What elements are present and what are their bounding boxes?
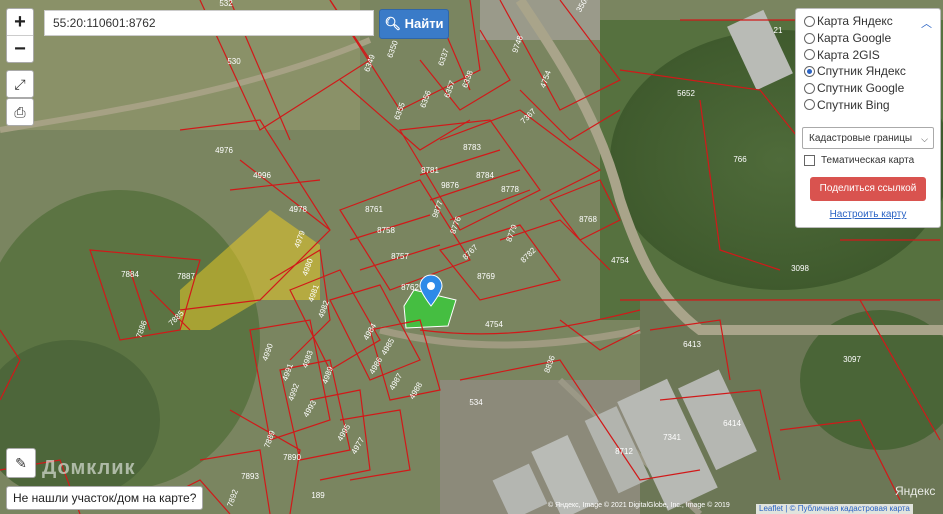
fullscreen-icon[interactable]: ⤢ <box>6 70 34 98</box>
parcel-number-label: 8778 <box>501 185 519 194</box>
parcel-number-label: 8712 <box>615 447 633 456</box>
zoom-in-button[interactable]: + <box>7 9 33 35</box>
overlay-select-value: Кадастровые границы <box>809 133 913 144</box>
layer-option-label: Спутник Google <box>817 81 905 96</box>
parcel-number-label: 3098 <box>791 264 809 273</box>
leaflet-link[interactable]: Leaflet <box>759 504 783 513</box>
layer-option[interactable]: Карта Google <box>796 30 940 47</box>
layer-option-label: Карта Google <box>817 31 892 46</box>
parcel-number-label: 8758 <box>377 226 395 235</box>
layer-option-label: Карта Яндекс <box>817 14 893 29</box>
find-button-label: Найти <box>404 16 444 31</box>
radio-icon <box>804 49 815 61</box>
radio-icon <box>804 82 815 94</box>
map-attribution: © Яндекс, Image © 2021 DigitalGlobe, Inc… <box>548 502 730 509</box>
parcel-number-label: 8784 <box>476 171 494 180</box>
parcel-number-label: 189 <box>311 491 325 500</box>
parcel-number-label: 4978 <box>289 205 307 214</box>
thematic-label: Тематическая карта <box>821 155 915 166</box>
layers-panel: ︿ Карта Яндекс Карта Google Карта 2GIS Спут… <box>795 8 941 228</box>
setup-map-link[interactable]: Настроить карту <box>796 209 940 220</box>
print-icon[interactable]: ⎙ <box>6 98 34 126</box>
layer-option[interactable]: Карта Яндекс <box>796 13 940 30</box>
parcel-number-label: 4996 <box>253 171 271 180</box>
zoom-out-button[interactable]: − <box>7 35 33 62</box>
not-found-button[interactable]: Не нашли участок/дом на карте? <box>6 486 204 510</box>
parcel-number-label: 4754 <box>611 256 629 265</box>
layer-option[interactable]: Спутник Яндекс <box>796 63 940 80</box>
overlay-select[interactable]: Кадастровые границы ⌵ <box>802 127 934 149</box>
parcel-number-label: 8769 <box>477 272 495 281</box>
parcel-number-label: 8781 <box>421 166 439 175</box>
layer-option-label: Спутник Яндекс <box>817 64 906 79</box>
layer-option[interactable]: Карта 2GIS <box>796 46 940 63</box>
parcel-number-label: 4754 <box>485 320 503 329</box>
layer-option[interactable]: Спутник Bing <box>796 96 940 113</box>
parcel-number-label: 7893 <box>241 472 259 481</box>
zoom-control: + − <box>6 8 34 63</box>
pkk-link[interactable]: Публичная кадастровая карта <box>798 504 910 513</box>
chevron-down-icon: ⌵ <box>921 134 928 144</box>
parcel-number-label: 6414 <box>723 419 741 428</box>
radio-icon <box>804 99 815 111</box>
layer-option[interactable]: Спутник Google <box>796 80 940 97</box>
search-icon: 🔍︎ <box>384 16 401 31</box>
parcel-number-label: 21 <box>774 26 783 35</box>
parcel-number-label: 534 <box>469 398 483 407</box>
parcel-number-label: 766 <box>733 155 747 164</box>
parcel-number-label: 8768 <box>579 215 597 224</box>
radio-icon <box>804 32 815 44</box>
parcel-number-label: 8783 <box>463 143 481 152</box>
search-input[interactable]: 55:20:110601:8762 <box>44 10 374 36</box>
parcel-number-label: 532 <box>219 0 233 8</box>
parcel-number-label: 530 <box>227 57 241 66</box>
layer-option-label: Карта 2GIS <box>817 47 880 62</box>
parcel-number-label: 4976 <box>215 146 233 155</box>
parcel-number-label: 7890 <box>283 453 301 462</box>
layer-option-label: Спутник Bing <box>817 97 890 112</box>
parcel-number-label: 7884 <box>121 270 139 279</box>
parcel-number-label: 7887 <box>177 272 195 281</box>
parcel-number-label: 5652 <box>677 89 695 98</box>
parcel-number-label: 8761 <box>365 205 383 214</box>
yandex-mark: Яндекс <box>895 484 936 498</box>
parcel-number-label: 9876 <box>441 181 459 190</box>
domclick-watermark: Домклик <box>42 457 136 479</box>
find-button[interactable]: 🔍︎ Найти <box>379 9 449 39</box>
parcel-number-label: 3097 <box>843 355 861 364</box>
thematic-checkbox[interactable]: Тематическая карта <box>804 155 914 166</box>
share-button[interactable]: Поделиться ссылкой <box>810 177 926 201</box>
ruler-icon[interactable]: ✎ <box>6 448 36 478</box>
map-attribution-links: Leaflet | © Публичная кадастровая карта <box>756 504 913 514</box>
checkbox-icon <box>804 155 815 166</box>
collapse-icon[interactable]: ︿ <box>921 15 932 31</box>
parcel-number-label: 6413 <box>683 340 701 349</box>
radio-icon <box>804 65 815 77</box>
radio-icon <box>804 15 815 27</box>
parcel-number-label: 7341 <box>663 433 681 442</box>
parcel-number-label: 8757 <box>391 252 409 261</box>
attribution-sep: | © <box>785 504 796 513</box>
parcel-number-label: 8762 <box>401 283 419 292</box>
